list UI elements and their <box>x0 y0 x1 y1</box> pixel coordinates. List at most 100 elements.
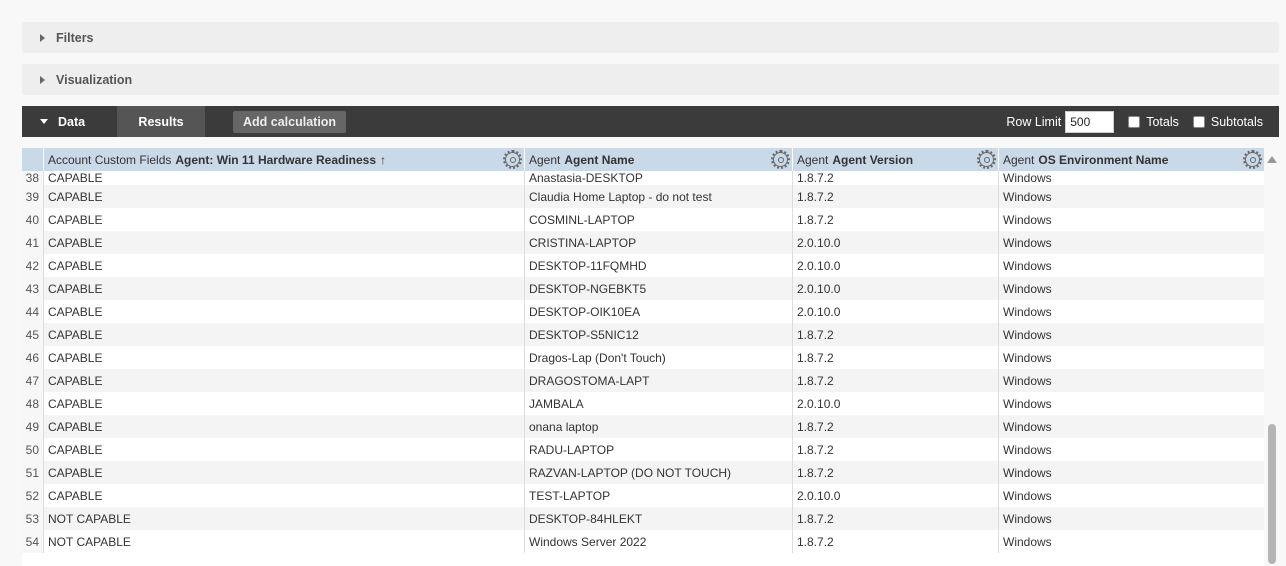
table-row[interactable]: 50 CAPABLE RADU-LAPTOP 1.8.7.2 Windows <box>22 438 1264 461</box>
gear-icon[interactable] <box>1243 150 1262 169</box>
grid-body: 38 CAPABLE Anastasia-DESKTOP 1.8.7.2 Windows… <box>22 171 1264 553</box>
row-number: 39 <box>22 185 43 208</box>
data-options: Row Limit Totals Subtotals <box>1006 110 1279 133</box>
gear-icon[interactable] <box>771 150 790 169</box>
cell-agent-name: DESKTOP-11FQMHD <box>524 254 792 277</box>
cell-agent-name: CRISTINA-LAPTOP <box>524 231 792 254</box>
cell-agent-version: 1.8.7.2 <box>792 346 998 369</box>
cell-agent-version: 2.0.10.0 <box>792 300 998 323</box>
add-calculation-button[interactable]: Add calculation <box>233 110 347 133</box>
scrollbar-thumb[interactable] <box>1268 424 1276 564</box>
table-row[interactable]: 40 CAPABLE COSMINL-LAPTOP 1.8.7.2 Windows <box>22 208 1264 231</box>
column-prefix: Account Custom Fields <box>48 152 172 167</box>
table-row[interactable]: 45 CAPABLE DESKTOP-S5NIC12 1.8.7.2 Windows <box>22 323 1264 346</box>
table-row[interactable]: 38 CAPABLE Anastasia-DESKTOP 1.8.7.2 Windows <box>22 171 1264 185</box>
cell-readiness: CAPABLE <box>43 323 524 346</box>
table-row[interactable]: 52 CAPABLE TEST-LAPTOP 2.0.10.0 Windows <box>22 484 1264 507</box>
table-row[interactable]: 46 CAPABLE Dragos-Lap (Don't Touch) 1.8.7.2… <box>22 346 1264 369</box>
column-prefix: Agent <box>529 152 561 167</box>
cell-os-environment: Windows <box>998 438 1264 461</box>
table-row[interactable]: 49 CAPABLE onana laptop 1.8.7.2 Windows <box>22 415 1264 438</box>
row-limit-label: Row Limit <box>1006 114 1062 129</box>
filters-label: Filters <box>56 30 94 45</box>
checkbox-icon[interactable] <box>1192 115 1205 128</box>
vertical-scrollbar[interactable] <box>1266 148 1278 566</box>
cell-agent-name: RAZVAN-LAPTOP (DO NOT TOUCH) <box>524 461 792 484</box>
cell-agent-name: RADU-LAPTOP <box>524 438 792 461</box>
cell-readiness: CAPABLE <box>43 438 524 461</box>
gear-icon[interactable] <box>503 150 522 169</box>
table-row[interactable]: 47 CAPABLE DRAGOSTOMA-LAPT 1.8.7.2 Windows <box>22 369 1264 392</box>
cell-agent-version: 2.0.10.0 <box>792 254 998 277</box>
table-row[interactable]: 51 CAPABLE RAZVAN-LAPTOP (DO NOT TOUCH) 1.8… <box>22 461 1264 484</box>
column-name: Agent Version <box>832 152 914 167</box>
cell-os-environment: Windows <box>998 231 1264 254</box>
table-row[interactable]: 48 CAPABLE JAMBALA 2.0.10.0 Windows <box>22 392 1264 415</box>
filters-section-toggle[interactable]: Filters <box>22 22 1279 53</box>
cell-agent-name: JAMBALA <box>524 392 792 415</box>
table-row[interactable]: 43 CAPABLE DESKTOP-NGEBKT5 2.0.10.0 Windows <box>22 277 1264 300</box>
cell-readiness: CAPABLE <box>43 185 524 208</box>
cell-os-environment: Windows <box>998 415 1264 438</box>
row-number-header <box>22 148 43 171</box>
column-header-os-environment[interactable]: Agent OS Environment Name <box>998 148 1264 171</box>
column-header-agent-name[interactable]: Agent Agent Name <box>524 148 792 171</box>
row-number: 38 <box>22 171 43 185</box>
cell-agent-version: 1.8.7.2 <box>792 185 998 208</box>
cell-readiness: CAPABLE <box>43 392 524 415</box>
cell-os-environment: Windows <box>998 530 1264 553</box>
visualization-section-toggle[interactable]: Visualization <box>22 64 1279 95</box>
cell-agent-version: 2.0.10.0 <box>792 231 998 254</box>
column-name: Agent Name <box>564 152 635 167</box>
table-row[interactable]: 53 NOT CAPABLE DESKTOP-84HLEKT 1.8.7.2 Windo… <box>22 507 1264 530</box>
cell-os-environment: Windows <box>998 461 1264 484</box>
table-row[interactable]: 39 CAPABLE Claudia Home Laptop - do not te… <box>22 185 1264 208</box>
cell-readiness: CAPABLE <box>43 461 524 484</box>
cell-agent-name: TEST-LAPTOP <box>524 484 792 507</box>
column-name: OS Environment Name <box>1038 152 1169 167</box>
row-number: 49 <box>22 415 43 438</box>
totals-checkbox[interactable]: Totals <box>1128 115 1179 129</box>
row-number: 47 <box>22 369 43 392</box>
cell-agent-name: Dragos-Lap (Don't Touch) <box>524 346 792 369</box>
grid-header: Account Custom Fields Agent: Win 11 Hard… <box>22 148 1264 171</box>
gear-icon[interactable] <box>977 150 996 169</box>
table-row[interactable]: 44 CAPABLE DESKTOP-OIK10EA 2.0.10.0 Windows <box>22 300 1264 323</box>
cell-agent-name: DESKTOP-S5NIC12 <box>524 323 792 346</box>
cell-readiness: CAPABLE <box>43 484 524 507</box>
cell-readiness: NOT CAPABLE <box>43 530 524 553</box>
checkbox-icon[interactable] <box>1128 115 1141 128</box>
cell-os-environment: Windows <box>998 323 1264 346</box>
column-header-readiness[interactable]: Account Custom Fields Agent: Win 11 Hard… <box>43 148 524 171</box>
cell-os-environment: Windows <box>998 171 1264 185</box>
totals-label: Totals <box>1146 114 1179 129</box>
table-row[interactable]: 41 CAPABLE CRISTINA-LAPTOP 2.0.10.0 Windows <box>22 231 1264 254</box>
cell-agent-version: 2.0.10.0 <box>792 484 998 507</box>
cell-os-environment: Windows <box>998 185 1264 208</box>
cell-agent-name: Claudia Home Laptop - do not test <box>524 185 792 208</box>
row-number: 52 <box>22 484 43 507</box>
row-number: 48 <box>22 392 43 415</box>
cell-agent-version: 2.0.10.0 <box>792 392 998 415</box>
results-tab[interactable]: Results <box>117 106 205 137</box>
row-limit-input[interactable] <box>1065 110 1115 133</box>
table-row[interactable]: 42 CAPABLE DESKTOP-11FQMHD 2.0.10.0 Windows <box>22 254 1264 277</box>
data-section-toggle[interactable]: Data <box>22 106 117 137</box>
cell-agent-version: 1.8.7.2 <box>792 171 998 185</box>
cell-agent-version: 1.8.7.2 <box>792 323 998 346</box>
caret-right-icon <box>40 75 45 84</box>
cell-agent-version: 1.8.7.2 <box>792 415 998 438</box>
cell-os-environment: Windows <box>998 208 1264 231</box>
cell-readiness: CAPABLE <box>43 300 524 323</box>
cell-os-environment: Windows <box>998 392 1264 415</box>
column-header-agent-version[interactable]: Agent Agent Version <box>792 148 998 171</box>
cell-agent-version: 1.8.7.2 <box>792 369 998 392</box>
cell-readiness: CAPABLE <box>43 415 524 438</box>
subtotals-checkbox[interactable]: Subtotals <box>1192 115 1263 129</box>
row-number: 50 <box>22 438 43 461</box>
cell-readiness: CAPABLE <box>43 369 524 392</box>
scroll-up-icon[interactable] <box>1267 156 1277 163</box>
table-row[interactable]: 54 NOT CAPABLE Windows Server 2022 1.8.7.2 W… <box>22 530 1264 553</box>
cell-agent-version: 1.8.7.2 <box>792 461 998 484</box>
column-prefix: Agent <box>797 152 829 167</box>
